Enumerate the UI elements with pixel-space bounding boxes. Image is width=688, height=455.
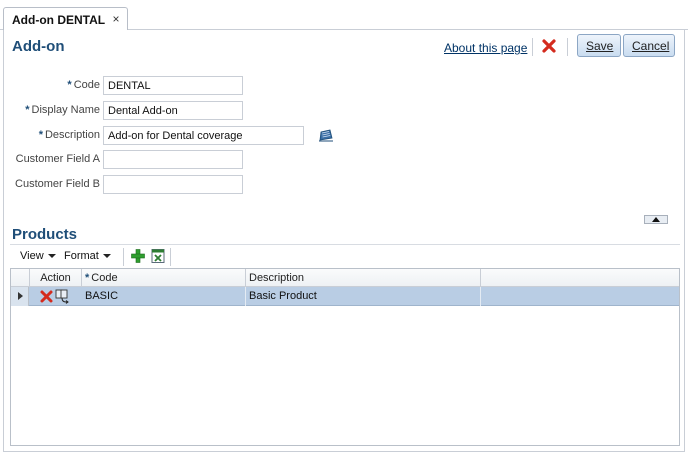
tab-add-on-dental[interactable]: Add-on DENTAL × bbox=[3, 7, 129, 31]
customer-field-b-label: Customer Field B bbox=[15, 178, 100, 190]
table-header: Action * Code Description bbox=[11, 269, 679, 287]
column-header-code[interactable]: * Code bbox=[82, 269, 246, 287]
add-icon[interactable] bbox=[130, 248, 146, 264]
customer-field-b-input[interactable] bbox=[103, 175, 243, 194]
view-menu[interactable]: View bbox=[20, 250, 56, 262]
header-divider bbox=[567, 38, 568, 56]
cell-code: BASIC bbox=[82, 287, 246, 306]
cancel-button[interactable]: Cancel bbox=[623, 34, 675, 57]
header-handle-cell bbox=[11, 269, 30, 287]
page-title: Add-on bbox=[12, 38, 65, 55]
tab-close-icon[interactable]: × bbox=[112, 12, 119, 26]
chevron-down-icon bbox=[102, 254, 111, 259]
toolbar-divider bbox=[123, 248, 124, 266]
column-header-action: Action bbox=[30, 269, 82, 287]
description-label: * Description bbox=[38, 129, 100, 141]
customer-field-a-label: Customer Field A bbox=[15, 153, 100, 165]
customer-field-a-input[interactable] bbox=[103, 150, 243, 169]
chevron-down-icon bbox=[47, 254, 56, 259]
required-marker: * bbox=[38, 129, 43, 141]
display-name-field[interactable] bbox=[103, 101, 243, 120]
edit-description-icon[interactable] bbox=[318, 128, 334, 142]
code-label: * Code bbox=[67, 79, 100, 91]
customer-field-a-row: Customer Field A bbox=[4, 150, 100, 170]
delete-row-icon[interactable] bbox=[39, 289, 54, 304]
collapse-section-button[interactable] bbox=[644, 215, 668, 224]
required-marker: * bbox=[67, 79, 72, 91]
display-name-row: * Display Name bbox=[4, 101, 100, 121]
about-this-page-link[interactable]: About this page bbox=[444, 41, 527, 55]
cell-empty bbox=[481, 287, 679, 306]
tab-label: Add-on DENTAL bbox=[12, 12, 106, 27]
export-excel-icon[interactable] bbox=[150, 248, 166, 264]
products-table: Action * Code Description BASIC Basic Pro… bbox=[10, 268, 680, 446]
save-button[interactable]: Save bbox=[577, 34, 621, 57]
format-menu[interactable]: Format bbox=[64, 250, 111, 262]
description-row: * Description bbox=[4, 126, 100, 146]
code-row: * Code bbox=[4, 76, 100, 96]
cell-description: Basic Product bbox=[246, 287, 481, 306]
main-panel: Add-on About this page Save Cancel * Code… bbox=[3, 30, 685, 452]
delete-icon[interactable] bbox=[541, 38, 557, 54]
products-title: Products bbox=[12, 226, 78, 243]
required-marker: * bbox=[85, 272, 90, 284]
tab-strip: Add-on DENTAL × bbox=[0, 0, 688, 31]
code-field[interactable] bbox=[103, 76, 243, 95]
toolbar-divider bbox=[170, 248, 171, 266]
required-marker: * bbox=[25, 104, 30, 116]
row-expand-handle[interactable] bbox=[11, 287, 29, 306]
products-toolbar: View Format bbox=[10, 244, 680, 268]
column-header-description[interactable]: Description bbox=[246, 269, 481, 287]
description-field[interactable] bbox=[103, 126, 304, 145]
table-row[interactable]: BASIC Basic Product bbox=[11, 287, 679, 306]
column-header-empty bbox=[481, 269, 679, 287]
display-name-label: * Display Name bbox=[25, 104, 100, 116]
customer-field-b-row: Customer Field B bbox=[4, 175, 100, 195]
edit-row-icon[interactable] bbox=[55, 289, 70, 304]
header-divider bbox=[532, 38, 533, 56]
